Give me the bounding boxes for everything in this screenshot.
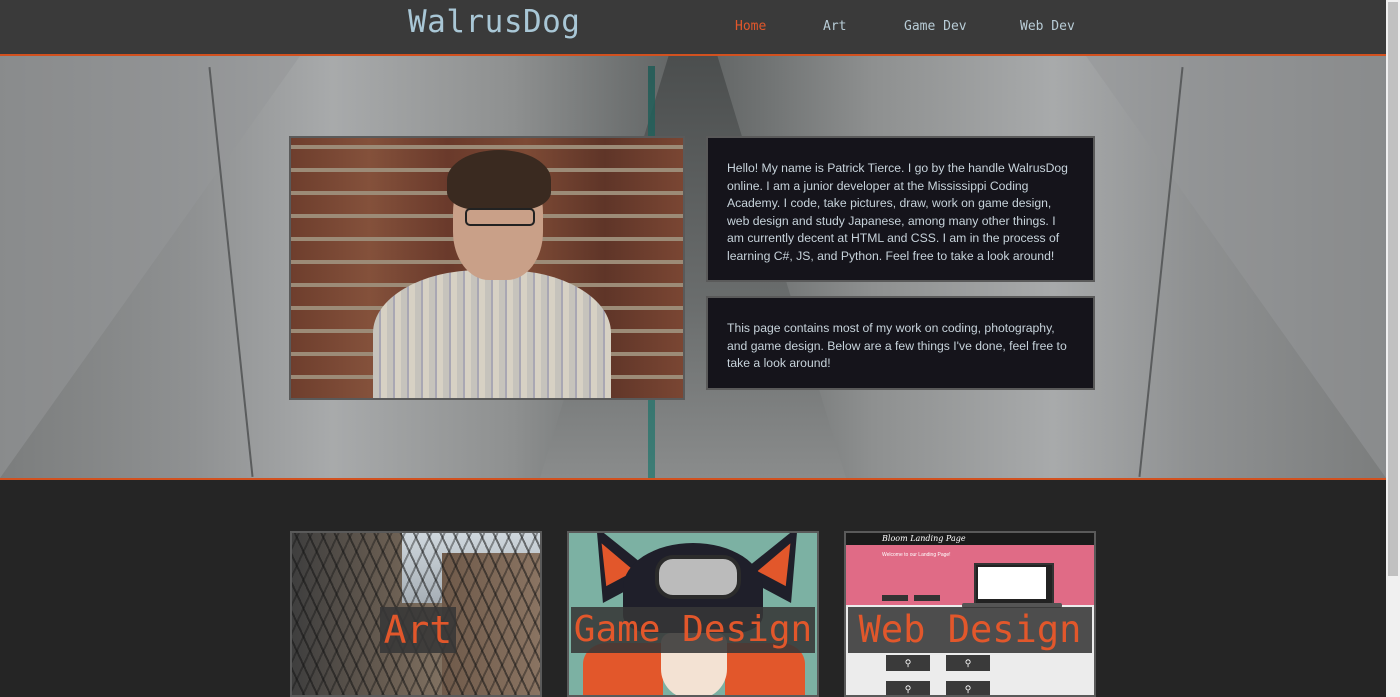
site-logo[interactable]: WalrusDog (408, 4, 580, 40)
game-design-card-label[interactable]: Game Design (571, 607, 815, 653)
photo-shirt (373, 270, 611, 398)
web-preview-title: Bloom Landing Page (882, 534, 966, 543)
photo-glasses (465, 208, 535, 226)
intro-box: Hello! My name is Patrick Tierce. I go b… (706, 136, 1095, 282)
nav-home[interactable]: Home (735, 19, 766, 34)
magnifier-icon: ⚲ (946, 655, 990, 671)
web-design-card[interactable]: Bloom Landing Page Welcome to our Landin… (844, 531, 1096, 697)
magnifier-icon: ⚲ (886, 681, 930, 695)
nav-web-dev[interactable]: Web Dev (1020, 19, 1075, 34)
magnifier-icon: ⚲ (946, 681, 990, 695)
web-preview-hero: Welcome to our Landing Page! (846, 545, 1094, 608)
web-preview-navbar: Bloom Landing Page (846, 533, 1094, 545)
game-card-goggles (655, 555, 741, 599)
art-card[interactable]: Art (290, 531, 542, 697)
intro-text: Hello! My name is Patrick Tierce. I go b… (727, 161, 1068, 263)
hero-bg-wall-left (0, 56, 300, 478)
hero-bg-wall-right (1086, 56, 1386, 478)
about-box: This page contains most of my work on co… (706, 296, 1095, 390)
scrollbar-thumb[interactable] (1388, 2, 1398, 576)
web-preview-button (914, 595, 940, 601)
web-preview-heading: Welcome to our Landing Page! (882, 552, 951, 558)
nav-game-dev[interactable]: Game Dev (904, 19, 967, 34)
game-design-card[interactable]: Game Design (567, 531, 819, 697)
site-header: WalrusDog Home Art Game Dev Web Dev (0, 0, 1386, 56)
web-preview-screen (978, 567, 1046, 599)
about-text: This page contains most of my work on co… (727, 321, 1067, 370)
photo-hair (447, 150, 551, 210)
nav-art[interactable]: Art (823, 19, 846, 34)
profile-photo (289, 136, 685, 400)
page: WalrusDog Home Art Game Dev Web Dev Hell… (0, 0, 1386, 697)
art-card-label[interactable]: Art (380, 607, 456, 653)
web-design-card-label[interactable]: Web Design (848, 607, 1092, 653)
web-preview-button (882, 595, 908, 601)
hero-banner: Hello! My name is Patrick Tierce. I go b… (0, 56, 1386, 480)
magnifier-icon: ⚲ (886, 655, 930, 671)
page-scrollbar[interactable] (1386, 0, 1400, 697)
